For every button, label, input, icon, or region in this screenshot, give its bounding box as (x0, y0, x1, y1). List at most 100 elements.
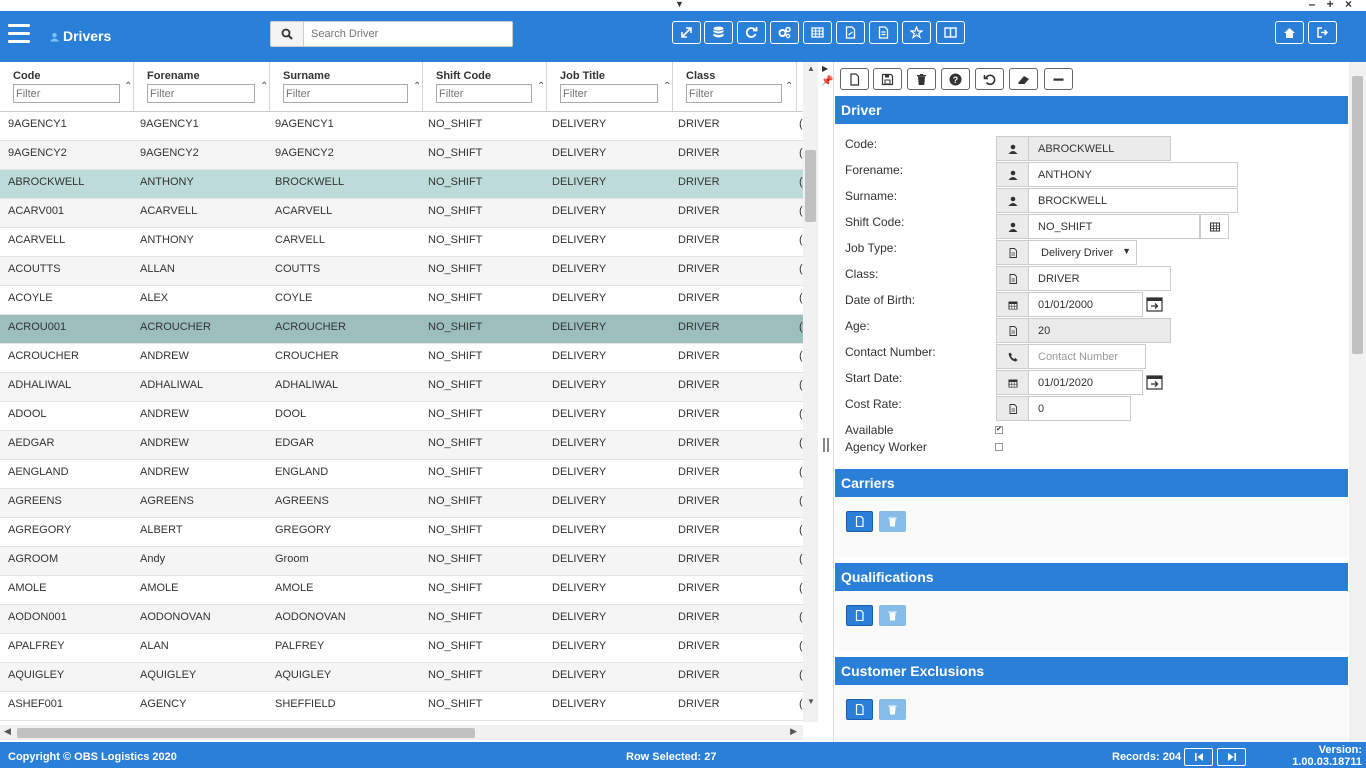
column-filter-input[interactable] (436, 84, 532, 103)
table-row[interactable]: ACROUCHER ANDREW CROUCHER NO_SHIFT DELIVERY D… (0, 344, 803, 373)
table-row[interactable]: AODON001 AODONOVAN AODONOVAN NO_SHIFT DELIVE… (0, 605, 803, 634)
start-date-field[interactable]: 01/01/2020 (1028, 370, 1143, 395)
grid-horizontal-scrollbar[interactable]: ◀ ▶ (0, 725, 803, 740)
last-page-button[interactable] (1217, 748, 1246, 766)
contact-number-field[interactable]: Contact Number (1028, 344, 1146, 369)
save-button[interactable] (873, 68, 902, 90)
collapse-right-icon[interactable]: ▶ (822, 64, 828, 73)
scroll-left-icon[interactable]: ◀ (4, 726, 11, 737)
table-row[interactable]: ACOUTTS ALLAN COUTTS NO_SHIFT DELIVERY DRIVER… (0, 257, 803, 286)
sort-icon[interactable]: ⌃ (413, 81, 421, 92)
column-filter-input[interactable] (13, 84, 120, 103)
exclusions-delete-button[interactable] (879, 699, 906, 720)
qualifications-delete-button[interactable] (879, 605, 906, 626)
column-filter-input[interactable] (283, 84, 408, 103)
table-row[interactable]: AGREGORY ALBERT GREGORY NO_SHIFT DELIVERY DRI… (0, 518, 803, 547)
shift-lookup-button[interactable] (1200, 214, 1229, 239)
table-row[interactable]: ACARV001 ACARVELL ACARVELL NO_SHIFT DELIVERY… (0, 199, 803, 228)
carriers-add-button[interactable] (846, 511, 873, 532)
settings-button[interactable] (770, 21, 799, 44)
refresh-button[interactable] (737, 21, 766, 44)
grid-vertical-scrollbar[interactable]: ▲ ▼ (803, 62, 818, 722)
agency-worker-checkbox[interactable] (995, 443, 1003, 451)
collapse-arrow-icon[interactable]: ▼ (675, 0, 684, 9)
class-field[interactable]: DRIVER (1028, 266, 1171, 291)
table-row[interactable]: ACROU001 ACROUCHER ACROUCHER NO_SHIFT DELIVE… (0, 315, 803, 344)
job-type-select[interactable]: Delivery Driver ▼ (1028, 240, 1137, 265)
sort-icon[interactable]: ⌃ (663, 81, 671, 92)
column-header[interactable]: Forename ⌃ (134, 62, 270, 111)
table-row[interactable]: AGROOM Andy Groom NO_SHIFT DELIVERY DRIVER( (0, 547, 803, 576)
table-row[interactable]: ABROCKWELL ANTHONY BROCKWELL NO_SHIFT DELIVE… (0, 170, 803, 199)
table-row[interactable]: AMOLE AMOLE AMOLE NO_SHIFT DELIVERY DRIVER( (0, 576, 803, 605)
column-filter-input[interactable] (686, 84, 782, 103)
available-checkbox[interactable]: ✔ (995, 426, 1003, 434)
table-row[interactable]: AQUIGLEY AQUIGLEY AQUIGLEY NO_SHIFT DELIVERY… (0, 663, 803, 692)
column-filter-input[interactable] (560, 84, 658, 103)
forename-field[interactable]: ANTHONY (1028, 162, 1238, 187)
sort-icon[interactable]: ⌃ (785, 81, 793, 92)
window-controls[interactable]: – + × (1309, 0, 1356, 11)
export-file-button[interactable] (869, 21, 898, 44)
column-header[interactable]: Job Title ⌃ (547, 62, 673, 111)
home-button[interactable] (1275, 21, 1304, 44)
search-button[interactable] (271, 22, 304, 46)
dob-field[interactable]: 01/01/2000 (1028, 292, 1143, 317)
exclusions-add-button[interactable] (846, 699, 873, 720)
scroll-down-icon[interactable]: ▼ (807, 697, 815, 706)
pin-icon[interactable]: 📌 (821, 76, 833, 87)
table-row[interactable]: AGREENS AGREENS AGREENS NO_SHIFT DELIVERY DRI… (0, 489, 803, 518)
sort-icon[interactable]: ⌃ (537, 81, 545, 92)
column-filter-input[interactable] (147, 84, 255, 103)
search-input[interactable] (311, 26, 506, 42)
help-button[interactable]: ? (941, 68, 970, 90)
table-row[interactable]: APALFREY ALAN PALFREY NO_SHIFT DELIVERY DRIVE… (0, 634, 803, 663)
table-row[interactable]: ADOOL ANDREW DOOL NO_SHIFT DELIVERY DRIVER( (0, 402, 803, 431)
favourite-button[interactable] (902, 21, 931, 44)
sort-icon[interactable]: ⌃ (124, 81, 132, 92)
table-row[interactable]: 9AGENCY1 9AGENCY1 9AGENCY1 NO_SHIFT DELIVERY… (0, 112, 803, 141)
column-header[interactable]: Class ⌃ (673, 62, 797, 111)
column-header[interactable]: Shift Code ⌃ (423, 62, 547, 111)
code-field[interactable]: ABROCKWELL (1028, 136, 1171, 161)
scroll-up-icon[interactable]: ▲ (807, 64, 815, 73)
expand-button[interactable] (672, 21, 701, 44)
table-row[interactable]: ASHEF001 AGENCY SHEFFIELD NO_SHIFT DELIVERY D… (0, 692, 803, 721)
table-row[interactable]: ACARVELL ANTHONY CARVELL NO_SHIFT DELIVERY DR… (0, 228, 803, 257)
table-cell: ALEX (140, 292, 169, 304)
shift-code-field[interactable]: NO_SHIFT (1028, 214, 1200, 239)
date-picker-icon[interactable] (1146, 296, 1164, 313)
scroll-right-icon[interactable]: ▶ (790, 726, 797, 737)
undo-button[interactable] (975, 68, 1004, 90)
table-row[interactable]: ADHALIWAL ADHALIWAL ADHALIWAL NO_SHIFT DELIV… (0, 373, 803, 402)
scroll-thumb[interactable] (1352, 76, 1363, 354)
sort-icon[interactable]: ⌃ (260, 81, 268, 92)
table-row[interactable]: ACOYLE ALEX COYLE NO_SHIFT DELIVERY DRIVER( (0, 286, 803, 315)
first-page-button[interactable] (1184, 748, 1213, 766)
surname-field[interactable]: BROCKWELL (1028, 188, 1238, 213)
detail-vertical-scrollbar[interactable] (1349, 62, 1366, 742)
delete-button[interactable] (907, 68, 936, 90)
clear-button[interactable] (1009, 68, 1038, 90)
splitter-grip-icon[interactable] (823, 438, 829, 452)
scroll-thumb[interactable] (17, 728, 475, 738)
scroll-thumb[interactable] (805, 150, 816, 222)
menu-icon[interactable] (8, 24, 30, 44)
logout-button[interactable] (1308, 21, 1337, 44)
table-row[interactable]: 9AGENCY2 9AGENCY2 9AGENCY2 NO_SHIFT DELIVERY… (0, 141, 803, 170)
carriers-delete-button[interactable] (879, 511, 906, 532)
new-button[interactable] (840, 68, 869, 90)
database-button[interactable] (704, 21, 733, 44)
cost-rate-field[interactable]: 0 (1028, 396, 1131, 421)
table-row[interactable]: AENGLAND ANDREW ENGLAND NO_SHIFT DELIVERY DRI… (0, 460, 803, 489)
date-picker-icon[interactable] (1146, 374, 1164, 391)
column-header[interactable]: Code ⌃ (0, 62, 134, 111)
column-header[interactable]: Surname ⌃ (270, 62, 423, 111)
export-pdf-button[interactable] (836, 21, 865, 44)
table-row[interactable]: AEDGAR ANDREW EDGAR NO_SHIFT DELIVERY DRIVER( (0, 431, 803, 460)
table-view-button[interactable] (803, 21, 832, 44)
panel-splitter[interactable]: ▶ 📌 (818, 62, 834, 742)
minimize-button[interactable] (1044, 68, 1073, 90)
qualifications-add-button[interactable] (846, 605, 873, 626)
columns-button[interactable] (936, 21, 965, 44)
